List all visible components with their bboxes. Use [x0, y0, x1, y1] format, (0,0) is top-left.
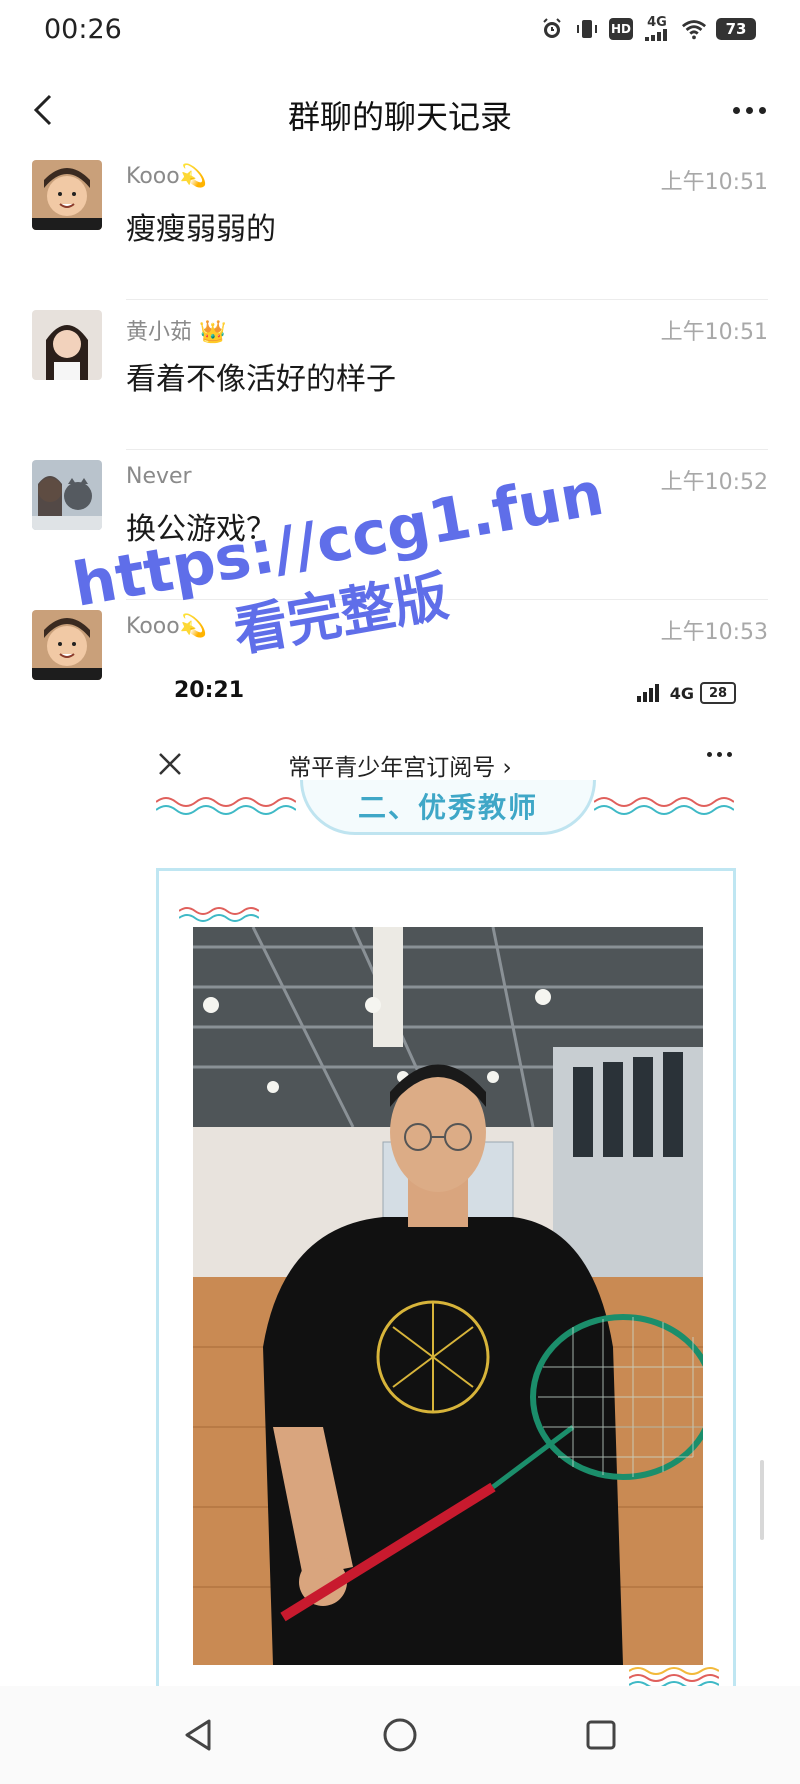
nav-home-button[interactable]	[377, 1712, 423, 1758]
vibrate-icon	[574, 16, 600, 42]
wave-decoration-icon	[179, 907, 259, 922]
photo-frame	[156, 868, 736, 1699]
message-text: 瘦瘦弱弱的	[126, 212, 276, 247]
signal-icon	[636, 684, 659, 702]
wifi-icon	[681, 16, 707, 42]
network-type-label: 4G	[647, 15, 667, 30]
embedded-status-icons: 4G 28	[636, 682, 736, 704]
sender-name: Kooo💫	[126, 164, 208, 189]
sender-name: 黄小茹 👑	[126, 320, 227, 345]
nav-back-button[interactable]	[176, 1712, 222, 1758]
sender-name: Kooo💫	[126, 614, 208, 639]
shared-screenshot-image[interactable]: 20:21 4G 28 常平青少年宫订阅号 › 二、优秀教师	[0, 676, 800, 1699]
avatar[interactable]	[32, 160, 102, 230]
message-time: 上午10:51	[660, 320, 768, 345]
message-item[interactable]: 黄小茹 👑 上午10:51 看着不像活好的样子	[0, 300, 800, 450]
message-time: 上午10:52	[660, 470, 768, 495]
scrollbar[interactable]	[760, 1460, 764, 1540]
more-icon	[707, 752, 732, 757]
message-time: 上午10:53	[660, 620, 768, 645]
more-options-button[interactable]	[724, 92, 774, 128]
message-item[interactable]: Never 上午10:52 换公游戏？	[0, 450, 800, 600]
section-banner: 二、优秀教师	[150, 780, 740, 840]
status-icons: HD 4G 73	[539, 16, 756, 42]
embedded-status-time: 20:21	[174, 678, 245, 703]
status-time: 00:26	[44, 14, 122, 45]
nav-recents-button[interactable]	[578, 1712, 624, 1758]
square-recents-icon	[586, 1720, 616, 1750]
battery-indicator: 73	[716, 18, 756, 40]
message-item[interactable]: Kooo💫 上午10:51 瘦瘦弱弱的	[0, 150, 800, 300]
circle-home-icon	[383, 1718, 417, 1752]
teacher-photo	[193, 927, 703, 1665]
alarm-icon	[539, 16, 565, 42]
chat-history-list: Kooo💫 上午10:51 瘦瘦弱弱的 黄小茹 👑 上午10:51 看着不像活好…	[0, 150, 800, 750]
cellular-signal-icon: 4G	[642, 16, 672, 42]
triangle-back-icon	[185, 1719, 211, 1751]
avatar[interactable]	[32, 610, 102, 680]
hd-icon: HD	[609, 18, 633, 40]
message-time: 上午10:51	[660, 170, 768, 195]
avatar[interactable]	[32, 310, 102, 380]
embedded-network-label: 4G	[669, 683, 694, 703]
message-text: 换公游戏？	[126, 512, 276, 547]
wave-decoration-icon	[594, 797, 734, 815]
system-navigation-bar	[0, 1686, 800, 1784]
wave-decoration-icon	[156, 797, 296, 815]
avatar[interactable]	[32, 460, 102, 530]
embedded-battery: 28	[700, 682, 736, 704]
message-text: 看着不像活好的样子	[126, 362, 396, 397]
section-title: 二、优秀教师	[357, 791, 538, 824]
more-icon	[732, 106, 740, 114]
embedded-title: 常平青少年宫订阅号 ›	[288, 755, 512, 781]
page-title: 群聊的聊天记录	[287, 98, 512, 136]
article-content: 二、优秀教师	[150, 780, 740, 1699]
sender-name: Never	[126, 464, 192, 489]
app-header: 群聊的聊天记录	[0, 70, 800, 152]
status-bar: 00:26 HD 4G 73	[0, 0, 800, 62]
section-pill: 二、优秀教师	[300, 780, 596, 835]
